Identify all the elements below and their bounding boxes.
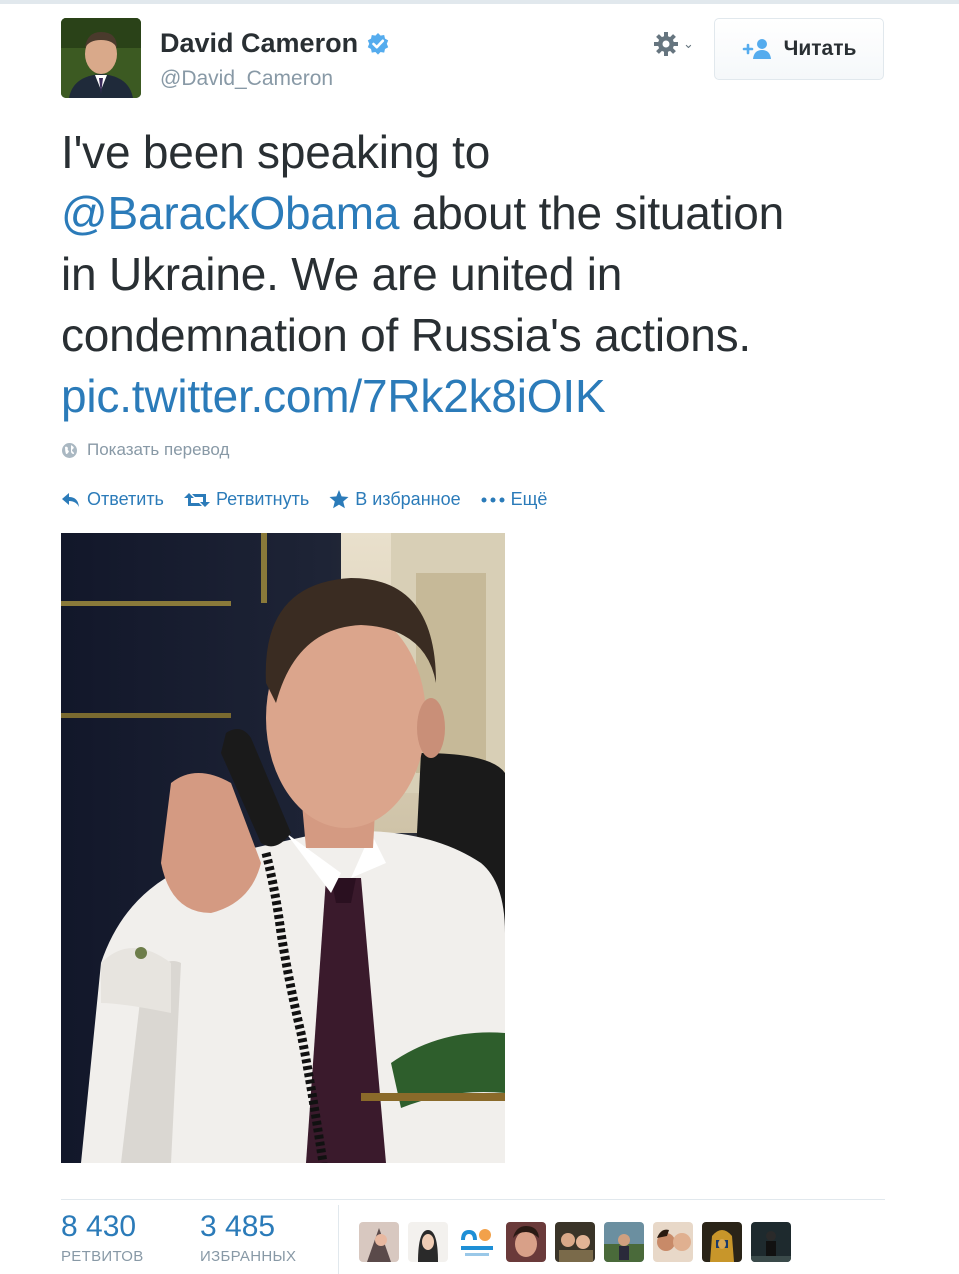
retweets-stat[interactable]: 8 430 РЕТВИТОВ: [61, 1210, 144, 1265]
follow-button[interactable]: Читать: [714, 18, 884, 80]
tweet-line: I've been speaking to: [61, 126, 491, 178]
settings-dropdown[interactable]: ⌄: [652, 30, 694, 58]
tweet-text-segment: about the situation: [399, 187, 785, 239]
favoriter-avatar[interactable]: [408, 1222, 448, 1262]
reply-button[interactable]: Ответить: [61, 489, 164, 510]
tweet-line: condemnation of Russia's actions.: [61, 309, 752, 361]
verified-badge-icon: [367, 32, 389, 55]
top-border: [0, 0, 959, 4]
translate-link[interactable]: Показать перевод: [61, 440, 229, 460]
tweet-line: @BarackObama about the situation: [61, 183, 901, 244]
favoriters-avatars: [359, 1222, 800, 1262]
retweet-button[interactable]: Ретвитнуть: [183, 489, 310, 510]
globe-icon: [62, 442, 77, 458]
stats-separator: [338, 1205, 339, 1274]
favorites-label: ИЗБРАННЫХ: [200, 1248, 297, 1265]
translate-label: Показать перевод: [87, 440, 230, 459]
favoriter-avatar[interactable]: [457, 1222, 497, 1262]
more-dots-icon: [481, 497, 505, 502]
tweet-actions: Ответить Ретвитнуть В избранное Ещё: [61, 489, 567, 510]
favorite-button[interactable]: В избранное: [329, 489, 461, 510]
add-user-icon: [742, 39, 771, 59]
favoriter-avatar[interactable]: [359, 1222, 399, 1262]
avatar[interactable]: [61, 18, 141, 98]
tweet-line: in Ukraine. We are united in: [61, 248, 623, 300]
more-label: Ещё: [510, 489, 548, 509]
retweet-icon: [183, 492, 210, 507]
favoriter-avatar[interactable]: [555, 1222, 595, 1262]
reply-label: Ответить: [87, 489, 164, 509]
stats-divider: [61, 1199, 885, 1200]
retweet-label: Ретвитнуть: [215, 489, 310, 509]
user-name-row: David Cameron: [160, 28, 390, 59]
reply-icon: [62, 492, 79, 507]
chevron-down-icon: ⌄: [683, 36, 694, 51]
favoriter-avatar[interactable]: [604, 1222, 644, 1262]
favoriter-avatar[interactable]: [702, 1222, 742, 1262]
retweets-label: РЕТВИТОВ: [61, 1248, 144, 1265]
user-fullname[interactable]: David Cameron: [160, 28, 358, 59]
gear-icon: [654, 32, 678, 56]
tweet-photo[interactable]: [61, 533, 505, 1163]
favorite-label: В избранное: [355, 489, 461, 509]
user-handle[interactable]: @David_Cameron: [160, 67, 333, 91]
mention-link[interactable]: @BarackObama: [61, 187, 400, 239]
retweets-count: 8 430: [61, 1210, 137, 1243]
favorites-count: 3 485: [200, 1210, 276, 1243]
star-icon: [329, 490, 349, 509]
favoriter-avatar[interactable]: [751, 1222, 791, 1262]
favorites-stat[interactable]: 3 485 ИЗБРАННЫХ: [200, 1210, 296, 1265]
follow-button-label: Читать: [783, 37, 857, 60]
tweet-text: I've been speaking to @BarackObama about…: [61, 122, 901, 427]
favoriter-avatar[interactable]: [506, 1222, 546, 1262]
more-button[interactable]: Ещё: [481, 489, 548, 510]
favoriter-avatar[interactable]: [653, 1222, 693, 1262]
media-link[interactable]: pic.twitter.com/7Rk2k8iOIK: [61, 370, 606, 422]
